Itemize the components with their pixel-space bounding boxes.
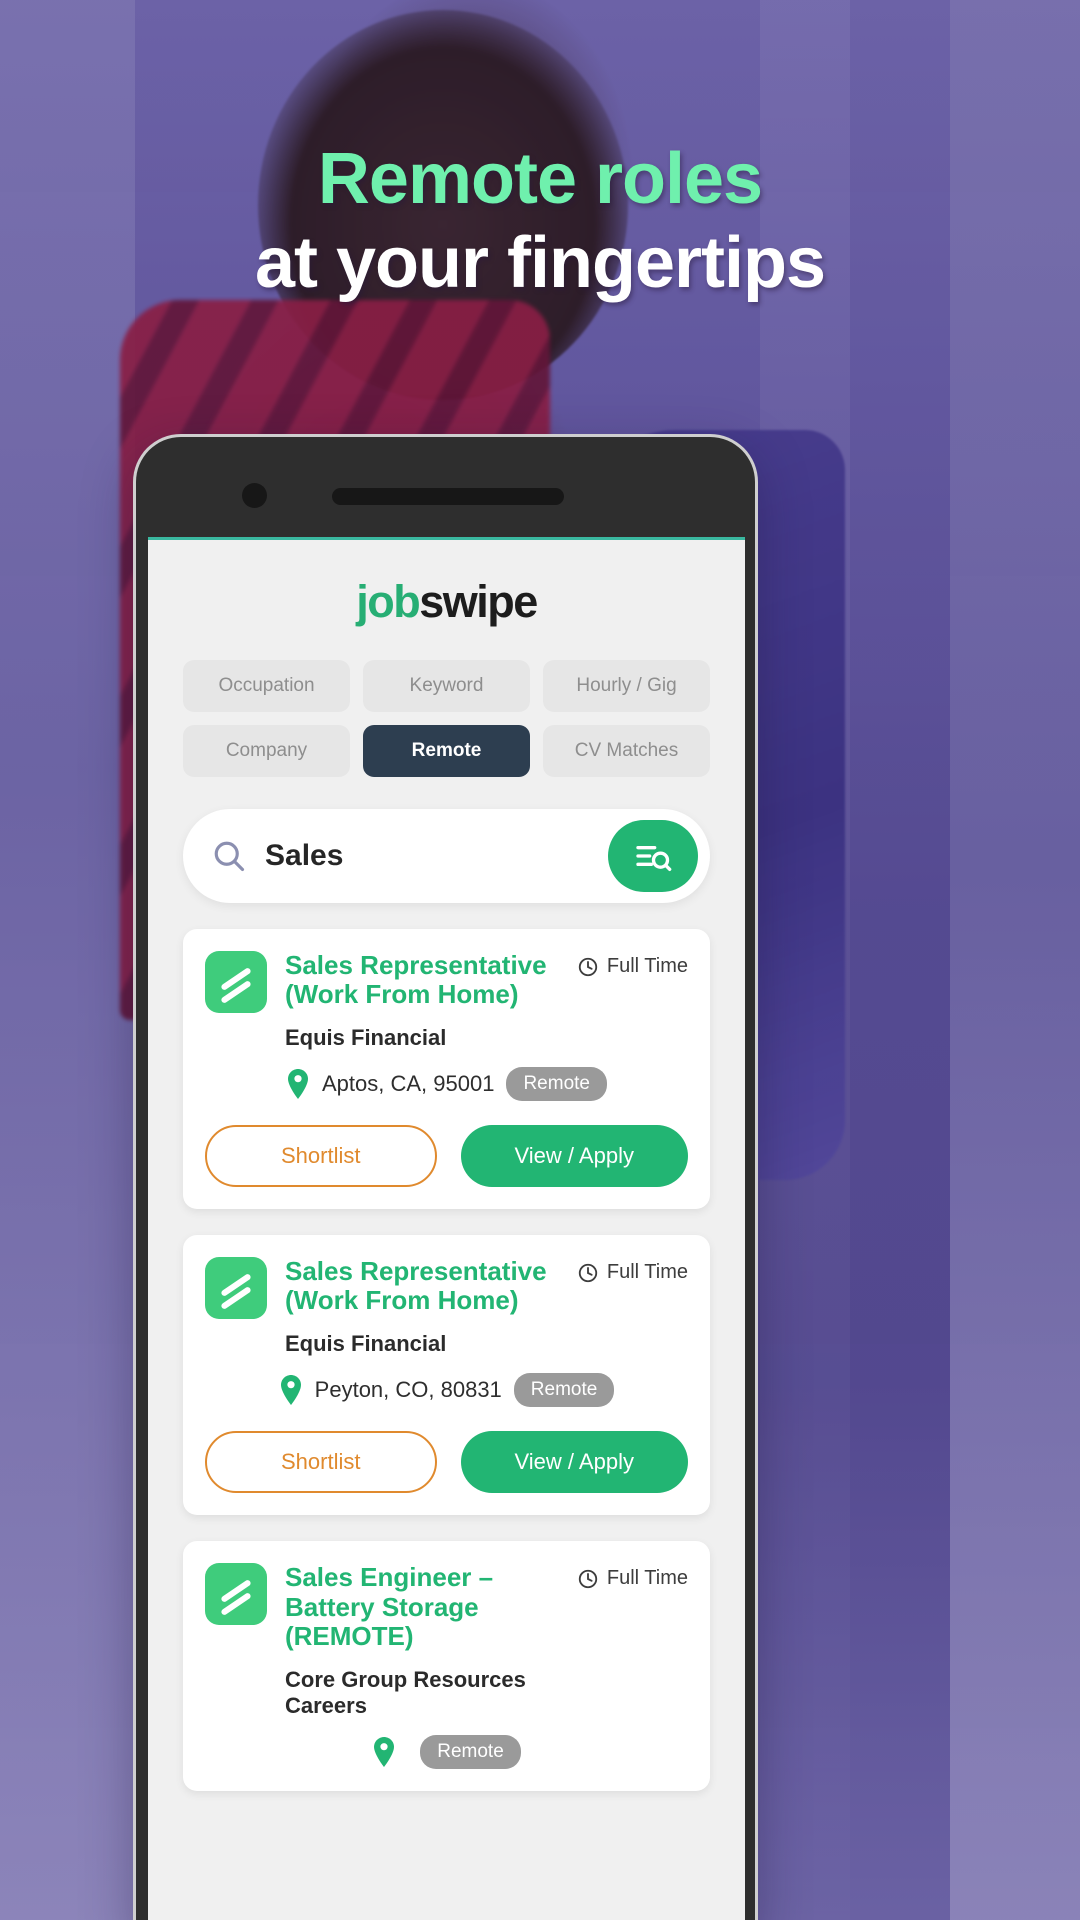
job-location: Peyton, CO, 80831 <box>314 1377 502 1403</box>
filter-chip-cv-matches[interactable]: CV Matches <box>543 725 710 777</box>
job-type-label: Full Time <box>606 955 688 977</box>
filter-chip-row: Occupation Keyword Hourly / Gig Company … <box>148 628 745 777</box>
logo-swipe-text: swipe <box>419 576 538 627</box>
headline-line-1: Remote roles <box>317 139 763 219</box>
job-company: Equis Financial <box>285 1025 447 1051</box>
filter-chip-hourly-gig[interactable]: Hourly / Gig <box>543 660 710 712</box>
job-title[interactable]: Sales Representative (Work From Home) <box>285 1257 577 1315</box>
job-remote-badge: Remote <box>506 1067 607 1102</box>
app-screen: jobswipe Occupation Keyword Hourly / Gig… <box>148 537 745 1920</box>
job-remote-badge: Remote <box>513 1373 615 1408</box>
job-card-main: Sales Engineer – Battery Storage (REMOTE… <box>267 1563 577 1718</box>
shortlist-button[interactable]: Shortlist <box>205 1431 437 1494</box>
hero-headline: Remote roles at your fingertips <box>0 138 1080 305</box>
search-submit-button[interactable] <box>608 820 698 892</box>
job-title[interactable]: Sales Engineer – Battery Storage (REMOTE… <box>285 1563 577 1650</box>
search-input[interactable]: Sales <box>265 839 608 873</box>
filter-chip-occupation[interactable]: Occupation <box>183 660 350 712</box>
job-remote-badge: Remote <box>420 1734 521 1769</box>
clock-icon <box>578 1263 598 1282</box>
filter-search-icon <box>636 846 672 871</box>
search-bar[interactable]: Sales <box>183 809 710 903</box>
swipe-mark-icon <box>205 1257 267 1320</box>
search-icon <box>214 841 245 872</box>
shortlist-button[interactable]: Shortlist <box>205 1125 437 1188</box>
job-card-header: Sales Representative (Work From Home) Eq… <box>205 1257 688 1357</box>
job-location-row: Aptos, CA, 95001 Remote <box>205 1067 688 1102</box>
job-card-main: Sales Representative (Work From Home) Eq… <box>267 950 577 1051</box>
job-location-row: Remote <box>205 1734 688 1769</box>
phone-mockup: jobswipe Occupation Keyword Hourly / Gig… <box>133 434 758 1920</box>
swipe-mark-icon <box>205 951 267 1013</box>
job-card-main: Sales Representative (Work From Home) Eq… <box>267 1257 577 1357</box>
headline-line-2: at your fingertips <box>254 222 826 303</box>
phone-speaker-grille <box>332 488 564 505</box>
view-apply-button[interactable]: View / Apply <box>460 1431 688 1494</box>
app-logo: jobswipe <box>148 540 745 628</box>
logo-job-text: job <box>356 576 420 627</box>
job-card[interactable]: Sales Representative (Work From Home) Eq… <box>183 1235 710 1516</box>
app-store-screenshot: Remote roles at your fingertips jobswipe… <box>0 0 1080 1920</box>
job-type-row: Full Time <box>577 951 688 978</box>
job-results-list: Sales Representative (Work From Home) Eq… <box>148 903 745 1791</box>
job-type-label: Full Time <box>606 1567 688 1590</box>
location-pin-icon <box>280 1375 301 1406</box>
location-pin-icon <box>374 1736 395 1767</box>
view-apply-button[interactable]: View / Apply <box>460 1125 688 1188</box>
job-type-label: Full Time <box>606 1261 688 1284</box>
job-card-actions: Shortlist View / Apply <box>205 1125 688 1188</box>
job-card[interactable]: Sales Representative (Work From Home) Eq… <box>183 929 710 1210</box>
job-company: Equis Financial <box>285 1331 447 1357</box>
job-card-actions: Shortlist View / Apply <box>205 1431 688 1494</box>
clock-icon <box>578 1569 598 1589</box>
job-company: Core Group Resources Careers <box>285 1666 526 1718</box>
filter-chip-company[interactable]: Company <box>183 725 350 777</box>
job-location: Aptos, CA, 95001 <box>322 1071 495 1097</box>
job-type-row: Full Time <box>577 1257 688 1284</box>
phone-camera-icon <box>242 483 267 508</box>
job-location-row: Peyton, CO, 80831 Remote <box>205 1373 688 1408</box>
job-card-header: Sales Representative (Work From Home) Eq… <box>205 950 688 1051</box>
filter-chip-remote[interactable]: Remote <box>363 725 530 777</box>
job-card-header: Sales Engineer – Battery Storage (REMOTE… <box>205 1563 688 1718</box>
swipe-mark-icon <box>205 1563 267 1626</box>
job-title[interactable]: Sales Representative (Work From Home) <box>285 950 577 1009</box>
job-type-row: Full Time <box>577 1563 688 1590</box>
location-pin-icon <box>288 1069 308 1100</box>
job-card[interactable]: Sales Engineer – Battery Storage (REMOTE… <box>183 1541 710 1791</box>
clock-icon <box>578 957 598 976</box>
filter-chip-keyword[interactable]: Keyword <box>363 660 530 712</box>
